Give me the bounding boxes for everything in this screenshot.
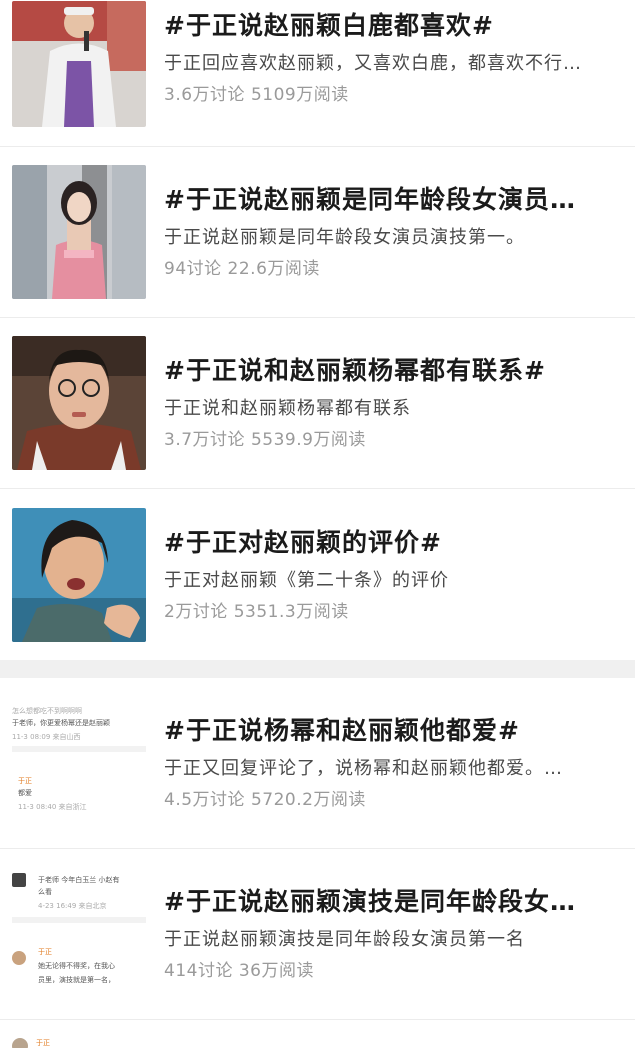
avatar-icon	[12, 1038, 28, 1048]
comment-question: 于老师，你更爱杨幂还是赵丽颖	[12, 719, 110, 727]
comment-screenshot-thumbnail: 怎么想都吃不到啊啊啊 于老师，你更爱杨幂还是赵丽颖 11-3 08:09 来自山…	[12, 696, 146, 830]
topic-description: 于正说和赵丽颖杨幂都有联系	[164, 398, 411, 419]
topic-title[interactable]: #于正说赵丽颖是同年龄段女演员…	[164, 184, 623, 216]
topic-item-partial[interactable]: 于正	[0, 1020, 635, 1048]
topic-thumbnail	[12, 165, 146, 299]
person-photo-icon	[12, 1, 146, 127]
reply-meta: 11-3 08:40 来自浙江	[18, 803, 87, 811]
topic-item[interactable]: #于正说赵丽颖是同年龄段女演员… 于正说赵丽颖是同年龄段女演员演技第一。 94讨…	[0, 147, 635, 318]
reply-username: 于正	[18, 777, 32, 785]
topic-stats: 2万讨论 5351.3万阅读	[164, 601, 349, 622]
person-photo-icon	[12, 336, 146, 470]
topic-title[interactable]: #于正对赵丽颖的评价#	[164, 527, 623, 559]
comment-meta: 11-3 08:09 来自山西	[12, 733, 81, 741]
divider	[12, 746, 146, 752]
topic-description: 于正又回复评论了，说杨幂和赵丽颖他都爱。…	[164, 758, 563, 779]
comment-question: 于老师 今年白玉兰 小赵有	[38, 876, 120, 884]
avatar-icon	[12, 951, 26, 965]
topic-title[interactable]: #于正说和赵丽颖杨幂都有联系#	[164, 355, 623, 387]
topic-item[interactable]: #于正说赵丽颖白鹿都喜欢# 于正回应喜欢赵丽颖，又喜欢白鹿，都喜欢不行… 3.6…	[0, 0, 635, 147]
topic-description: 于正说赵丽颖演技是同年龄段女演员第一名	[164, 929, 525, 950]
comment-meta: 4-23 16:49 来自北京	[38, 902, 107, 910]
topic-stats: 3.7万讨论 5539.9万阅读	[164, 430, 366, 450]
topic-stats: 4.5万讨论 5720.2万阅读	[164, 790, 366, 810]
person-photo-icon	[12, 507, 146, 642]
topic-thumbnail	[12, 336, 146, 470]
topic-title[interactable]: #于正说赵丽颖白鹿都喜欢#	[164, 10, 623, 42]
reply-username: 于正	[38, 948, 52, 956]
topic-description: 于正对赵丽颖《第二十条》的评价	[164, 569, 449, 591]
topic-description: 于正说赵丽颖是同年龄段女演员演技第一。	[164, 227, 525, 248]
topic-description: 于正回应喜欢赵丽颖，又喜欢白鹿，都喜欢不行…	[164, 53, 582, 74]
topic-item[interactable]: #于正对赵丽颖的评价# 于正对赵丽颖《第二十条》的评价 2万讨论 5351.3万…	[0, 489, 635, 660]
avatar-icon	[12, 873, 26, 887]
person-photo-icon	[12, 165, 146, 299]
topic-list: #于正说赵丽颖白鹿都喜欢# 于正回应喜欢赵丽颖，又喜欢白鹿，都喜欢不行… 3.6…	[0, 0, 635, 1048]
topic-stats: 414讨论 36万阅读	[164, 961, 314, 981]
comment-screenshot-thumbnail: 于老师 今年白玉兰 小赵有 么看 4-23 16:49 来自北京 于正 她无论得…	[12, 867, 146, 1001]
topic-stats: 3.6万讨论 5109万阅读	[164, 85, 349, 105]
comment-question-cont: 么看	[38, 888, 52, 896]
section-divider	[0, 660, 635, 678]
topic-item[interactable]: #于正说和赵丽颖杨幂都有联系# 于正说和赵丽颖杨幂都有联系 3.7万讨论 553…	[0, 318, 635, 489]
comment-header: 怎么想都吃不到啊啊啊	[12, 707, 82, 715]
reply-text: 她无论得不得奖，在我心	[38, 962, 115, 970]
topic-thumbnail	[12, 507, 146, 642]
topic-title[interactable]: #于正说赵丽颖演技是同年龄段女…	[164, 886, 623, 918]
reply-text-cont: 员里，演技就是第一名，	[38, 976, 115, 984]
topic-item[interactable]: 怎么想都吃不到啊啊啊 于老师，你更爱杨幂还是赵丽颖 11-3 08:09 来自山…	[0, 678, 635, 849]
reply-username: 于正	[36, 1039, 50, 1047]
topic-thumbnail	[12, 1, 146, 127]
reply-text: 都爱	[18, 789, 32, 797]
divider	[12, 917, 146, 923]
topic-title[interactable]: #于正说杨幂和赵丽颖他都爱#	[164, 715, 623, 747]
topic-stats: 94讨论 22.6万阅读	[164, 259, 320, 279]
topic-item[interactable]: 于老师 今年白玉兰 小赵有 么看 4-23 16:49 来自北京 于正 她无论得…	[0, 849, 635, 1020]
